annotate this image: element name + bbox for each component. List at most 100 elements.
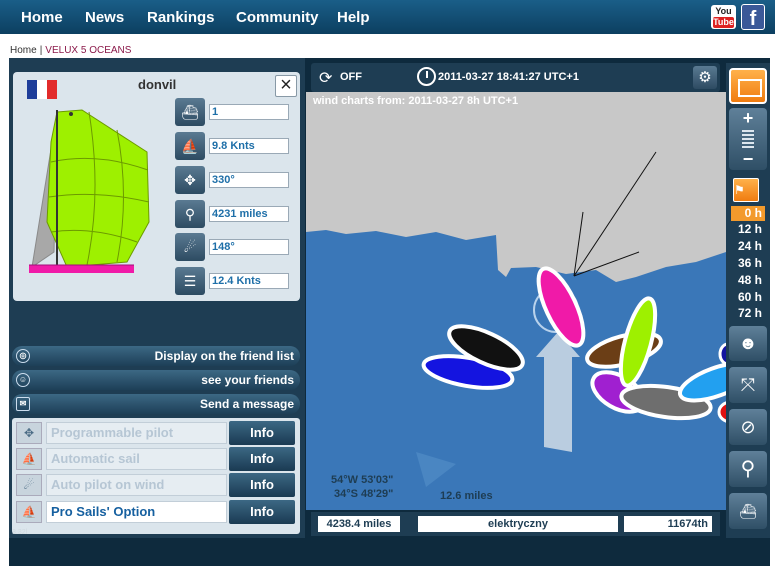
see-friends-button[interactable]: ☺ see your friends <box>12 370 300 390</box>
stat-heading: ✥ 330° <box>175 166 290 194</box>
flag-stripe-blue <box>27 80 37 99</box>
wind-direction-icon: ☄ <box>175 233 205 261</box>
nav-rankings[interactable]: Rankings <box>147 9 215 26</box>
zoom-control: + − <box>729 108 767 170</box>
friends-icon: ☺ <box>16 373 30 387</box>
option-automatic-sail: ⛵ Automatic sail Info <box>15 447 297 471</box>
clock-icon <box>417 67 436 86</box>
center-boat-icon[interactable]: ⤧ <box>729 367 767 403</box>
wind-charts-note: wind charts from: 2011-03-27 8h UTC+1 <box>313 95 519 107</box>
boat-speed-value: 9.8 Knts <box>209 138 289 154</box>
settings-gear-icon[interactable]: ⚙ <box>693 66 717 89</box>
player-rank-field: 11674th <box>624 516 712 532</box>
flag-stripe-red <box>47 80 57 99</box>
distance-to-go-icon: ⚲ <box>175 200 205 228</box>
flag-icon <box>27 80 57 99</box>
stat-boat-speed: ⛵ 9.8 Knts <box>175 132 290 160</box>
top-navigation: Home News Rankings Community Help You Tub… <box>0 0 775 34</box>
boat-speed-icon: ⛵ <box>175 132 205 160</box>
refresh-state[interactable]: OFF <box>340 71 362 83</box>
player-name-field: elektryczny <box>418 516 618 532</box>
ranking-boat-icon: ⛴ <box>175 98 205 126</box>
wind-speed-value: 12.4 Knts <box>209 273 289 289</box>
option-programmable-pilot: ✥ Programmable pilot Info <box>15 421 297 445</box>
hour-36[interactable]: 36 h <box>731 256 765 271</box>
heading-compass-icon: ✥ <box>175 166 205 194</box>
map-canvas[interactable] <box>306 92 726 510</box>
option-pro-sails: ⛵ Pro Sails' Option Info <box>15 500 297 524</box>
facebook-icon[interactable]: f <box>741 4 765 30</box>
pro-sails-info-button[interactable]: Info <box>229 500 295 524</box>
programmable-pilot-label[interactable]: Programmable pilot <box>46 422 227 444</box>
stat-ranking: ⛴ 1 <box>175 98 290 126</box>
automatic-sail-label[interactable]: Automatic sail <box>46 448 227 470</box>
hour-60[interactable]: 60 h <box>731 290 765 305</box>
hour-0[interactable]: 0 h <box>731 206 765 221</box>
breadcrumb: Home | VELUX 5 OCEANS <box>10 45 131 56</box>
friends-map-icon[interactable]: ☻ <box>729 326 767 361</box>
map-bottom-bar: 4238.4 miles elektryczny 11674th <box>311 512 720 536</box>
race-map[interactable] <box>306 92 726 510</box>
mailbox-icon[interactable] <box>729 68 767 104</box>
map-top-bar: ⟳ OFF 2011-03-27 18:41:27 UTC+1 ⚙ <box>311 63 720 92</box>
auto-pilot-wind-label[interactable]: Auto pilot on wind <box>46 474 227 496</box>
zoom-slider[interactable] <box>742 130 754 148</box>
nav-community[interactable]: Community <box>236 9 319 26</box>
heading-value[interactable]: 330° <box>209 172 289 188</box>
pro-sails-icon: ⛵ <box>16 501 42 523</box>
zoom-in-button[interactable]: + <box>729 108 767 128</box>
programmable-pilot-icon: ✥ <box>16 422 42 444</box>
boat-info-icon[interactable]: ⛴ <box>729 493 767 529</box>
envelope-icon: ✉ <box>16 397 30 411</box>
nav-home[interactable]: Home <box>21 9 63 26</box>
pro-sails-label[interactable]: Pro Sails' Option <box>46 501 227 523</box>
boat-card: donvil × ⛴ 1 ⛵ 9.8 Knts ✥ 330° ⚲ 4231 mi… <box>13 72 300 301</box>
see-friends-label: see your friends <box>201 373 294 387</box>
auto-pilot-wind-info-button[interactable]: Info <box>229 473 295 497</box>
ranking-value: 1 <box>209 104 289 120</box>
auto-pilot-wind-icon: ☄ <box>16 474 42 496</box>
automatic-sail-info-button[interactable]: Info <box>229 447 295 471</box>
send-message-button[interactable]: ✉ Send a message <box>12 394 300 414</box>
stat-wind-speed: ☰ 12.4 Knts <box>175 267 290 295</box>
automatic-sail-icon: ⛵ <box>16 448 42 470</box>
player-name: donvil <box>138 77 177 92</box>
breadcrumb-separator: | <box>39 45 43 56</box>
breadcrumb-home[interactable]: Home <box>10 45 37 56</box>
programmable-pilot-info-button[interactable]: Info <box>229 421 295 445</box>
search-icon[interactable]: ⚲ <box>729 451 767 487</box>
hour-12[interactable]: 12 h <box>731 222 765 237</box>
hour-24[interactable]: 24 h <box>731 239 765 254</box>
hour-72[interactable]: 72 h <box>731 306 765 321</box>
version-label: 3.32l <box>12 529 28 536</box>
refresh-icon[interactable]: ⟳ <box>319 68 332 88</box>
nav-help[interactable]: Help <box>337 9 370 26</box>
hide-boats-icon[interactable]: ⊘ <box>729 409 767 445</box>
wind-forecast-icon[interactable]: ⚑ <box>733 178 759 202</box>
zoom-out-button[interactable]: − <box>729 150 767 168</box>
nav-news[interactable]: News <box>85 9 124 26</box>
sail-illustration <box>29 109 150 273</box>
hour-48[interactable]: 48 h <box>731 273 765 288</box>
send-message-label: Send a message <box>199 397 294 411</box>
close-icon[interactable]: × <box>275 75 297 97</box>
cursor-coordinates: 54°W 53'03" 34°S 48'29" <box>331 473 393 501</box>
stat-distance: ⚲ 4231 miles <box>175 200 290 228</box>
friend-list-icon: ◎ <box>16 349 30 363</box>
youtube-tube-text: Tube <box>713 17 734 28</box>
display-friend-list-button[interactable]: ◎ Display on the friend list <box>12 346 300 366</box>
wind-direction-value: 148° <box>209 239 289 255</box>
options-panel: ✥ Programmable pilot Info ⛵ Automatic sa… <box>12 418 300 534</box>
youtube-icon[interactable]: You Tube <box>711 5 736 29</box>
stat-wind-direction: ☄ 148° <box>175 233 290 261</box>
cursor-distance: 12.6 miles <box>440 490 493 502</box>
youtube-you-text: You <box>715 6 732 16</box>
distance-value: 4231 miles <box>209 206 289 222</box>
display-friend-list-label: Display on the friend list <box>154 349 294 363</box>
option-auto-pilot-wind: ☄ Auto pilot on wind Info <box>15 473 297 497</box>
latitude-readout: 34°S 48'29" <box>334 488 394 500</box>
total-miles-field: 4238.4 miles <box>318 516 400 532</box>
wind-speed-icon: ☰ <box>175 267 205 295</box>
breadcrumb-current[interactable]: VELUX 5 OCEANS <box>45 45 131 56</box>
longitude-readout: 54°W 53'03" <box>331 474 394 486</box>
